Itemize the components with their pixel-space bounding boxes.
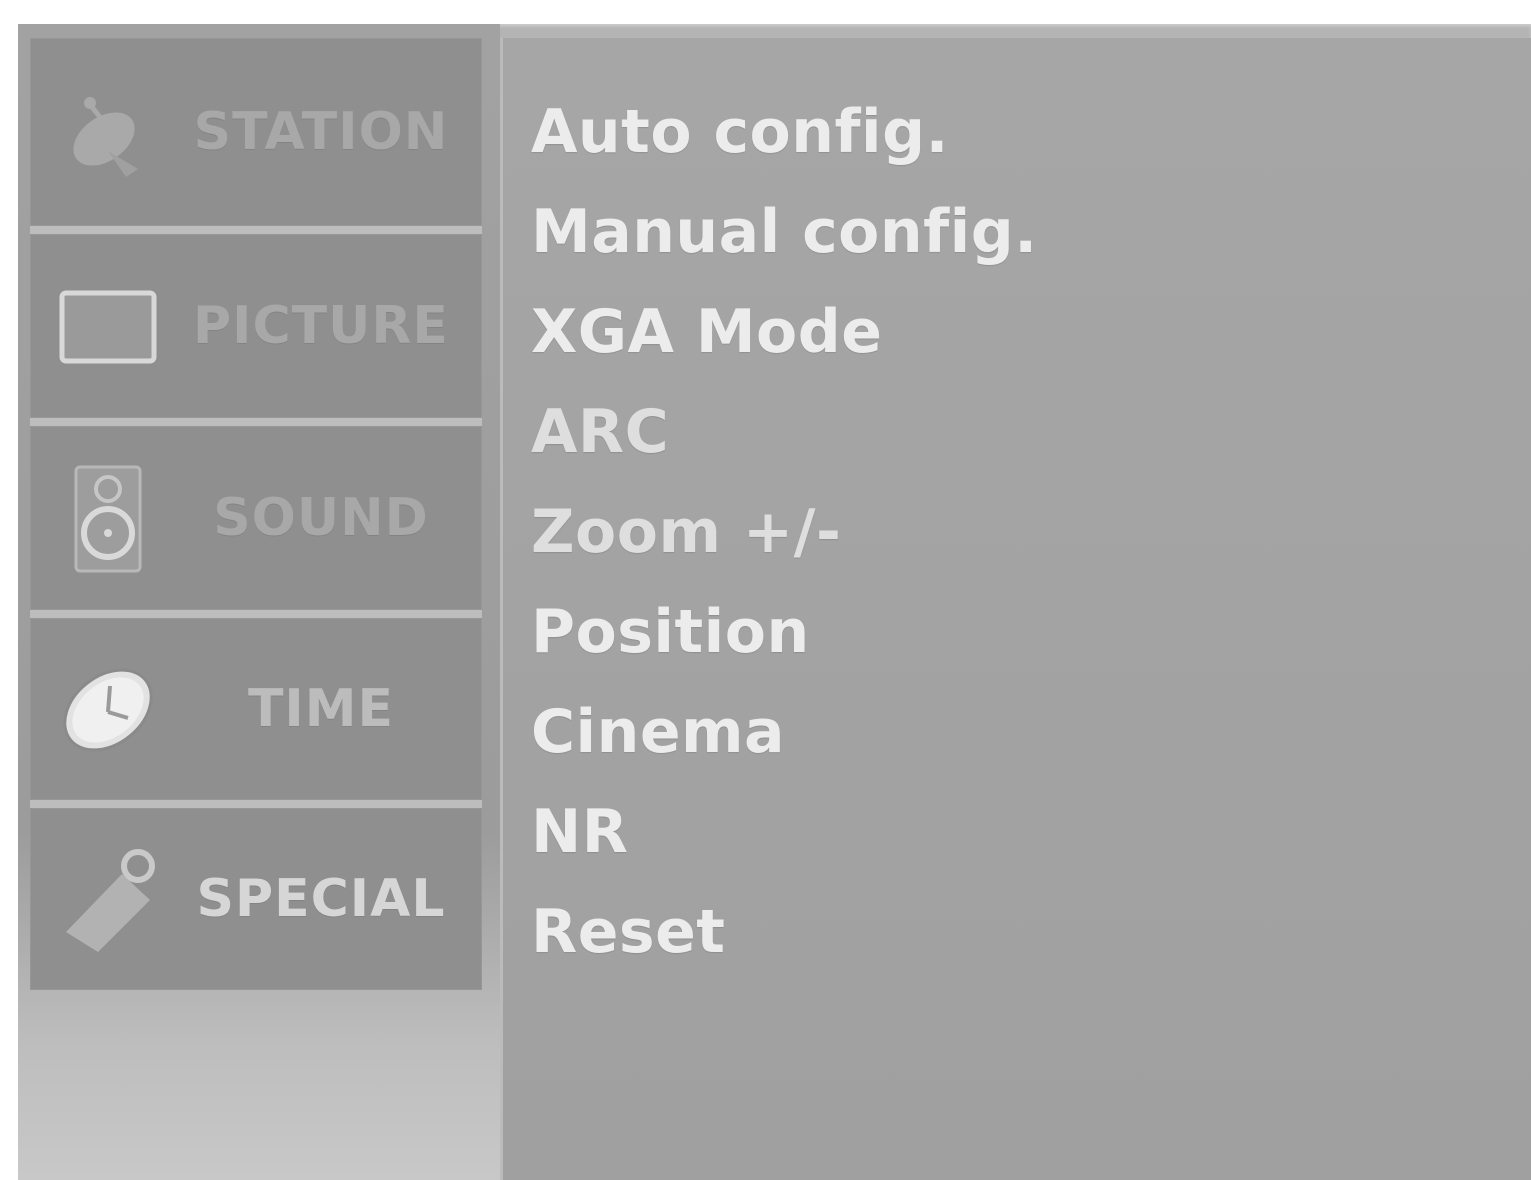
sidebar-item-label: TIME [247, 679, 395, 739]
divider [30, 418, 482, 426]
menu-item-position[interactable]: Position [531, 582, 1037, 682]
menu-item-xga-mode[interactable]: XGA Mode [531, 282, 1037, 382]
menu-item-arc[interactable]: ARC [531, 382, 1037, 482]
menu-item-nr[interactable]: NR [531, 782, 1037, 882]
sidebar-item-label: PICTURE [193, 296, 449, 356]
divider [30, 610, 482, 618]
menu-item-zoom[interactable]: Zoom +/- [531, 482, 1037, 582]
menu-item-auto-config[interactable]: Auto config. [531, 82, 1037, 182]
sidebar-item-label: STATION [193, 102, 449, 162]
osd-menu-window: STATION PICTURE SOUND TIME SPECIAL Auto … [18, 24, 1531, 1180]
sidebar-item-station[interactable]: STATION [30, 38, 482, 226]
sidebar-item-sound[interactable]: SOUND [30, 426, 482, 610]
submenu-list: Auto config. Manual config. XGA Mode ARC… [531, 82, 1037, 982]
menu-item-cinema[interactable]: Cinema [531, 682, 1037, 782]
sidebar-item-special[interactable]: SPECIAL [30, 808, 482, 990]
sidebar-item-label: SPECIAL [196, 869, 446, 929]
sidebar-item-time[interactable]: TIME [30, 618, 482, 800]
satellite-dish-icon [52, 77, 162, 187]
divider [30, 226, 482, 234]
menu-item-reset[interactable]: Reset [531, 882, 1037, 982]
category-sidebar: STATION PICTURE SOUND TIME SPECIAL [18, 24, 500, 1180]
submenu-panel: Auto config. Manual config. XGA Mode ARC… [500, 38, 1531, 1180]
tv-screen-icon [52, 271, 162, 381]
sidebar-item-picture[interactable]: PICTURE [30, 234, 482, 418]
speaker-icon [52, 463, 162, 573]
clock-icon [52, 654, 162, 764]
divider [30, 800, 482, 808]
sidebar-item-label: SOUND [213, 488, 429, 548]
tag-icon [52, 844, 162, 954]
menu-item-manual-config[interactable]: Manual config. [531, 182, 1037, 282]
